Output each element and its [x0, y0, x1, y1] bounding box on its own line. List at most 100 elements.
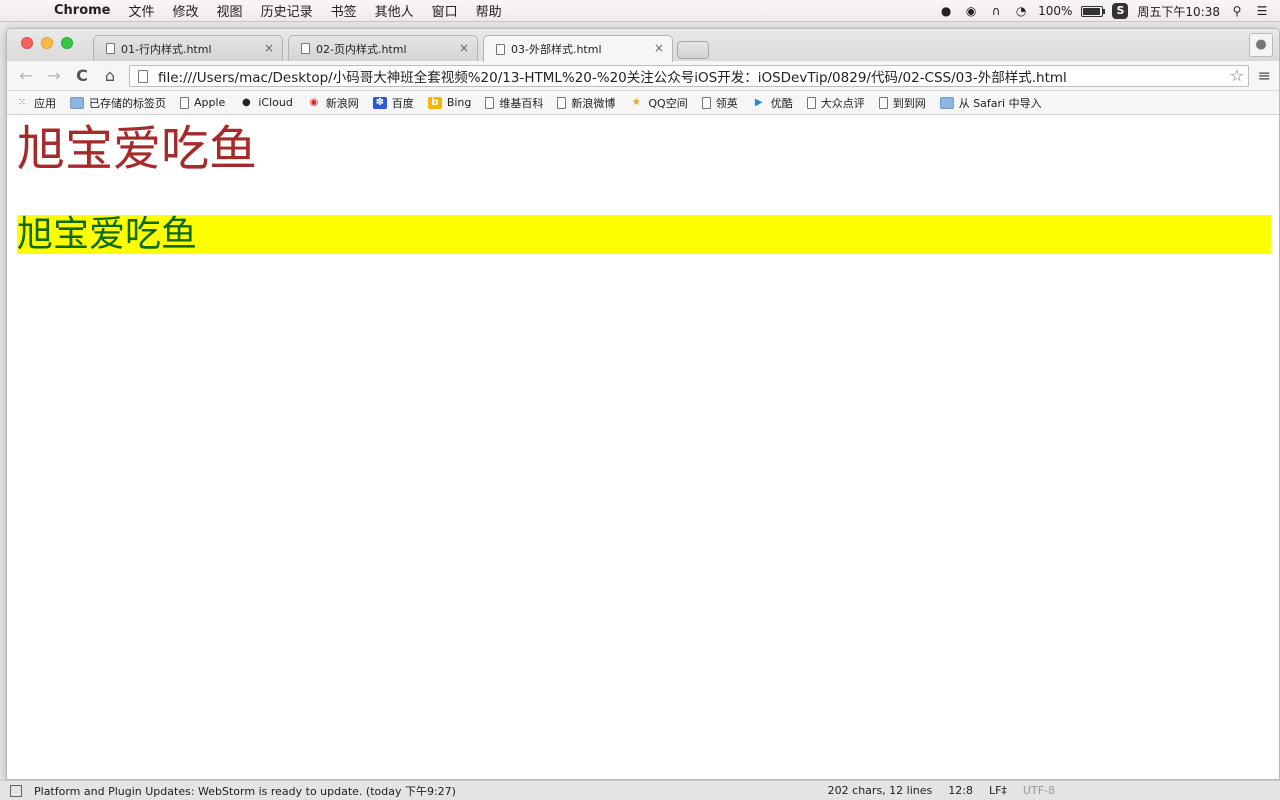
qq-icon[interactable]: ● — [938, 4, 954, 18]
page-heading-2: 旭宝爱吃鱼 — [17, 215, 1271, 254]
bookmark-import-safari[interactable]: 从 Safari 中导入 — [939, 95, 1042, 111]
menubar-status-area: ● ◉ ∩ ◔ 100% S 周五下午10:38 ⚲ ☰ — [929, 0, 1270, 22]
bookmark-label: QQ空间 — [648, 96, 688, 110]
close-tab-icon[interactable]: × — [264, 41, 274, 55]
bookmark-qzone[interactable]: ★ QQ空间 — [629, 95, 688, 111]
menu-history[interactable]: 历史记录 — [261, 1, 313, 20]
chrome-menu-icon[interactable]: ≡ — [1258, 67, 1271, 85]
menubar-clock[interactable]: 周五下午10:38 — [1137, 3, 1220, 20]
bookmark-apps[interactable]: ⁙ 应用 — [15, 95, 56, 111]
bookmark-label: 应用 — [34, 96, 56, 110]
menu-app-name[interactable]: Chrome — [54, 3, 111, 18]
bookmark-label: 大众点评 — [820, 96, 865, 110]
bookmark-label: 新浪微博 — [571, 96, 616, 110]
reload-icon[interactable]: C — [73, 67, 91, 85]
page-content: 旭宝爱吃鱼 旭宝爱吃鱼 — [7, 115, 1279, 779]
battery-icon[interactable] — [1081, 5, 1106, 17]
back-arrow-icon[interactable]: ← — [17, 67, 35, 85]
close-tab-icon[interactable]: × — [459, 41, 469, 55]
menu-help[interactable]: 帮助 — [476, 1, 502, 20]
tab-title: 02-页内样式.html — [316, 42, 407, 56]
bookmark-apple[interactable]: Apple — [180, 96, 225, 109]
menu-view[interactable]: 视图 — [217, 1, 243, 20]
forward-arrow-icon[interactable]: → — [45, 67, 63, 85]
document-icon — [878, 96, 888, 109]
tab-title: 01-行内样式.html — [121, 42, 212, 56]
document-icon — [106, 43, 115, 54]
document-icon — [301, 43, 310, 54]
chrome-window: 01-行内样式.html × 02-页内样式.html × 03-外部样式.ht… — [6, 28, 1280, 780]
bookmark-label: 优酷 — [770, 96, 793, 110]
battery-percent: 100% — [1038, 4, 1073, 18]
tab-title: 03-外部样式.html — [511, 43, 602, 56]
notification-center-icon[interactable]: ☰ — [1254, 4, 1270, 18]
document-icon — [806, 96, 816, 109]
file-encoding[interactable]: UTF-8 — [1023, 784, 1055, 797]
bookmarks-bar: ⁙ 应用 已存储的标签页 Apple ● iCloud ◉ 新浪网 ✽ 百度 b Bing… — [7, 91, 1279, 115]
spotlight-search-icon[interactable]: ⚲ — [1229, 4, 1245, 18]
document-icon — [180, 96, 189, 109]
ide-status-bar: Platform and Plugin Updates: WebStorm is… — [0, 780, 1280, 800]
url-text[interactable]: file:///Users/mac/Desktop/小码哥大神班全套视频%20/… — [158, 66, 1067, 86]
close-window-button[interactable] — [21, 37, 33, 49]
document-icon — [701, 96, 711, 109]
menu-window[interactable]: 窗口 — [432, 1, 458, 20]
window-controls — [21, 37, 81, 49]
document-icon — [496, 43, 505, 55]
bookmark-label: Apple — [194, 96, 226, 109]
bookmark-label: 领英 — [715, 96, 738, 110]
folder-icon — [70, 96, 84, 109]
wechat-icon[interactable]: ◉ — [963, 4, 979, 18]
status-message[interactable]: Platform and Plugin Updates: WebStorm is… — [34, 783, 456, 799]
apps-grid-icon: ⁙ — [17, 96, 27, 108]
bookmark-label: 从 Safari 中导入 — [958, 96, 1042, 110]
bing-icon: b — [427, 96, 442, 109]
star-icon: ★ — [631, 96, 641, 108]
menu-people[interactable]: 其他人 — [375, 1, 414, 20]
apple-icon: ● — [241, 96, 251, 108]
menu-file[interactable]: 文件 — [129, 1, 155, 20]
tab-01[interactable]: 01-行内样式.html × — [93, 35, 283, 61]
bookmark-icloud[interactable]: ● iCloud — [239, 96, 293, 109]
bookmark-star-icon[interactable]: ☆ — [1230, 66, 1244, 86]
bookmark-baidu[interactable]: ✽ 百度 — [372, 95, 414, 111]
page-heading-1: 旭宝爱吃鱼 — [17, 121, 258, 177]
headphones-icon[interactable]: ∩ — [988, 4, 1004, 18]
folder-icon — [939, 96, 954, 109]
menu-edit[interactable]: 修改 — [173, 1, 199, 20]
bookmark-linkedin[interactable]: 领英 — [701, 95, 738, 111]
bookmark-sina-weibo[interactable]: 新浪微博 — [557, 95, 615, 111]
youku-icon: ▶ — [754, 96, 763, 108]
bookmark-label: 已存储的标签页 — [89, 96, 166, 110]
close-tab-icon[interactable]: × — [654, 41, 664, 55]
tab-03-active[interactable]: 03-外部样式.html × — [483, 35, 673, 62]
menu-bookmarks[interactable]: 书签 — [331, 1, 357, 20]
zoom-window-button[interactable] — [61, 37, 73, 49]
page-icon — [138, 69, 148, 83]
bookmark-youku[interactable]: ▶ 优酷 — [752, 95, 793, 111]
weibo-icon: ◉ — [309, 96, 319, 108]
bookmark-daodao[interactable]: 到到网 — [878, 95, 926, 111]
home-icon[interactable]: ⌂ — [101, 67, 119, 85]
s-app-icon[interactable]: S — [1112, 3, 1129, 19]
panel-toggle-icon[interactable] — [10, 784, 22, 797]
tab-strip: 01-行内样式.html × 02-页内样式.html × 03-外部样式.ht… — [7, 29, 1279, 62]
address-bar[interactable]: file:///Users/mac/Desktop/小码哥大神班全套视频%20/… — [129, 65, 1249, 87]
new-tab-button[interactable] — [677, 41, 709, 59]
wifi-icon[interactable]: ◔ — [1013, 4, 1029, 18]
profile-icon[interactable]: ● — [1249, 33, 1273, 57]
status-right-area: 202 chars, 12 lines 12:8 LF‡ UTF-8 — [812, 784, 1055, 797]
tab-02[interactable]: 02-页内样式.html × — [288, 35, 478, 61]
baidu-paw-icon: ✽ — [372, 96, 387, 109]
cursor-position[interactable]: 12:8 — [948, 784, 973, 797]
line-separator[interactable]: LF‡ — [989, 784, 1007, 797]
bookmark-label: iCloud — [258, 96, 293, 109]
bookmark-bing[interactable]: b Bing — [427, 96, 471, 109]
document-icon — [485, 96, 495, 109]
bookmark-sina[interactable]: ◉ 新浪网 — [307, 95, 358, 111]
bookmark-label: 百度 — [391, 96, 414, 110]
minimize-window-button[interactable] — [41, 37, 53, 49]
bookmark-wikipedia[interactable]: 维基百科 — [485, 95, 543, 111]
bookmark-dianping[interactable]: 大众点评 — [806, 95, 865, 111]
bookmark-saved-tabs[interactable]: 已存储的标签页 — [70, 95, 166, 111]
